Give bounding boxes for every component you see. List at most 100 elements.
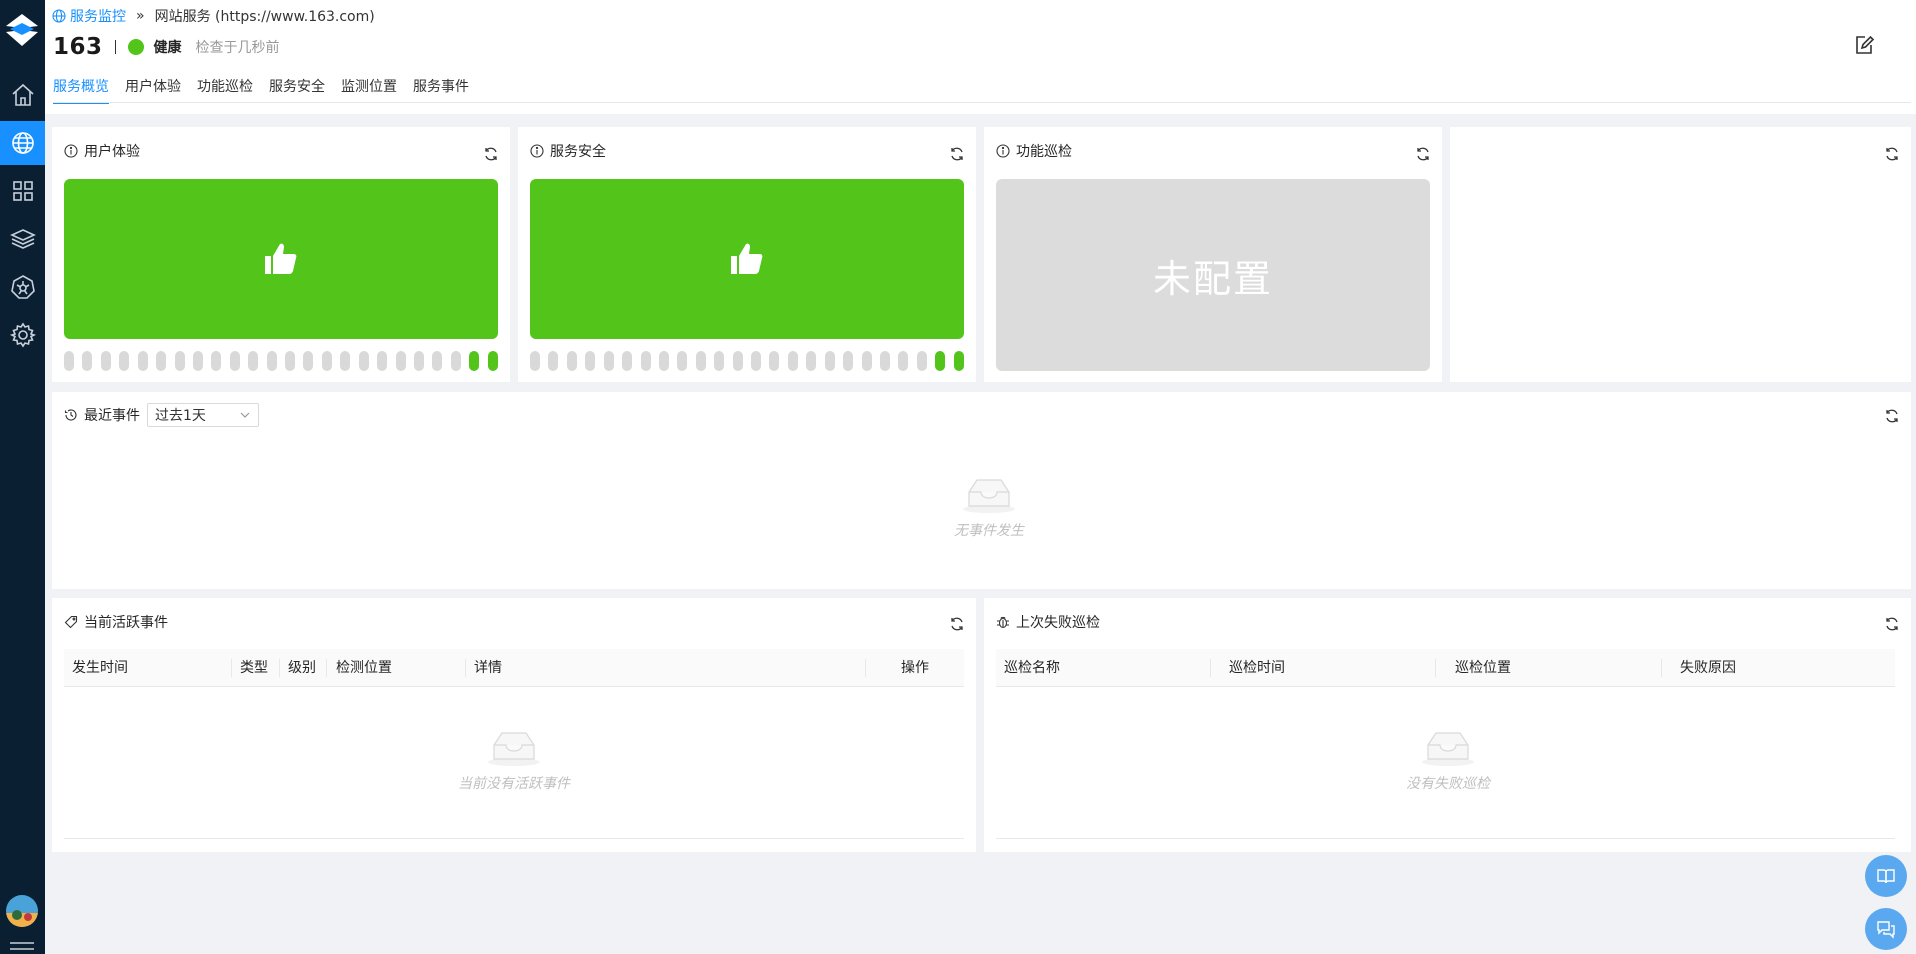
page-header: 服务监控 » 网站服务 (https://www.163.com) 163 健康…: [45, 0, 1916, 114]
time-range-value: 过去1天: [155, 408, 206, 424]
user-avatar[interactable]: [6, 895, 38, 927]
refresh-icon[interactable]: [949, 616, 965, 632]
history-bar[interactable]: [119, 351, 130, 371]
tab-events[interactable]: 服务事件: [413, 74, 469, 104]
history-bar[interactable]: [377, 351, 388, 371]
history-bar[interactable]: [898, 351, 909, 371]
breadcrumb-current: 网站服务 (https://www.163.com): [154, 9, 375, 25]
sidebar-item-settings[interactable]: [0, 313, 45, 357]
sidebar-item-home[interactable]: [0, 73, 45, 117]
history-bar[interactable]: [192, 351, 203, 371]
column-header[interactable]: 操作: [901, 649, 929, 687]
history-bar[interactable]: [640, 351, 651, 371]
history-bar[interactable]: [266, 351, 277, 371]
sidebar-item-layers[interactable]: [0, 217, 45, 261]
history-bar[interactable]: [450, 351, 461, 371]
history-bar[interactable]: [340, 351, 351, 371]
column-header[interactable]: 详情: [474, 649, 502, 687]
history-bar[interactable]: [677, 351, 688, 371]
column-header[interactable]: 级别: [288, 649, 316, 687]
refresh-icon[interactable]: [483, 146, 499, 162]
history-bar[interactable]: [82, 351, 93, 371]
tab-overview[interactable]: 服务概览: [53, 74, 109, 104]
refresh-icon[interactable]: [1415, 146, 1431, 162]
inspection-status-tile[interactable]: 未配置: [996, 179, 1430, 371]
card-title: 当前活跃事件: [64, 612, 168, 632]
info-icon[interactable]: [64, 144, 78, 158]
column-header[interactable]: 类型: [240, 649, 268, 687]
history-bar[interactable]: [530, 351, 540, 371]
history-bar[interactable]: [824, 351, 835, 371]
history-bar[interactable]: [285, 351, 296, 371]
history-bar[interactable]: [174, 351, 185, 371]
security-card: 服务安全: [518, 127, 976, 382]
history-bar[interactable]: [414, 351, 425, 371]
tab-user-experience[interactable]: 用户体验: [125, 74, 181, 104]
history-bar[interactable]: [487, 351, 498, 371]
column-header[interactable]: 巡检时间: [1229, 649, 1285, 687]
docs-button[interactable]: [1865, 855, 1907, 897]
history-bar[interactable]: [395, 351, 406, 371]
history-bar[interactable]: [787, 351, 798, 371]
history-bar[interactable]: [248, 351, 259, 371]
tab-locations[interactable]: 监测位置: [341, 74, 397, 104]
menu-icon[interactable]: [8, 940, 36, 954]
column-header[interactable]: 检测位置: [336, 649, 392, 687]
history-bar[interactable]: [935, 351, 946, 371]
history-bar[interactable]: [714, 351, 725, 371]
tab-inspection[interactable]: 功能巡检: [197, 74, 253, 104]
history-bar[interactable]: [64, 351, 74, 371]
history-bar[interactable]: [953, 351, 964, 371]
refresh-icon[interactable]: [949, 146, 965, 162]
extra-card: [1450, 127, 1911, 382]
app-logo-icon[interactable]: [2, 10, 42, 50]
history-bar[interactable]: [732, 351, 743, 371]
history-bar[interactable]: [358, 351, 369, 371]
history-bar[interactable]: [861, 351, 872, 371]
time-range-select[interactable]: 过去1天: [147, 403, 259, 427]
security-status-tile[interactable]: [530, 179, 964, 339]
user-experience-status-tile[interactable]: [64, 179, 498, 339]
history-bar[interactable]: [211, 351, 222, 371]
column-header[interactable]: 失败原因: [1680, 649, 1736, 687]
sidebar-item-kubernetes[interactable]: [0, 265, 45, 309]
history-bar[interactable]: [100, 351, 111, 371]
column-header[interactable]: 巡检名称: [1004, 649, 1060, 687]
history-bar[interactable]: [916, 351, 927, 371]
column-divider: [326, 659, 327, 677]
history-bar[interactable]: [303, 351, 314, 371]
breadcrumb-parent-link[interactable]: 服务监控: [70, 6, 126, 26]
history-bar[interactable]: [229, 351, 240, 371]
history-bar[interactable]: [321, 351, 332, 371]
thumbs-up-icon: [265, 243, 297, 274]
info-icon[interactable]: [996, 144, 1010, 158]
refresh-icon[interactable]: [1884, 616, 1900, 632]
history-bar[interactable]: [156, 351, 167, 371]
info-icon[interactable]: [530, 144, 544, 158]
refresh-icon[interactable]: [1884, 146, 1900, 162]
history-bar[interactable]: [806, 351, 817, 371]
history-bar[interactable]: [843, 351, 854, 371]
column-header[interactable]: 巡检位置: [1455, 649, 1511, 687]
history-bar[interactable]: [566, 351, 577, 371]
history-bar[interactable]: [137, 351, 148, 371]
edit-icon[interactable]: [1853, 34, 1875, 56]
history-bar[interactable]: [548, 351, 559, 371]
history-bar[interactable]: [751, 351, 762, 371]
history-bar[interactable]: [695, 351, 706, 371]
tab-security[interactable]: 服务安全: [269, 74, 325, 104]
history-bar[interactable]: [769, 351, 780, 371]
history-bar[interactable]: [658, 351, 669, 371]
breadcrumb-separator: »: [136, 8, 145, 24]
history-bar[interactable]: [585, 351, 596, 371]
history-bar[interactable]: [622, 351, 633, 371]
history-bar[interactable]: [880, 351, 891, 371]
chat-button[interactable]: [1865, 908, 1907, 950]
sidebar-item-apps[interactable]: [0, 169, 45, 213]
sidebar-item-service-monitor[interactable]: [0, 121, 45, 165]
history-bar[interactable]: [603, 351, 614, 371]
column-header[interactable]: 发生时间: [72, 649, 128, 687]
history-bar[interactable]: [432, 351, 443, 371]
refresh-icon[interactable]: [1884, 408, 1900, 424]
history-bar[interactable]: [469, 351, 480, 371]
